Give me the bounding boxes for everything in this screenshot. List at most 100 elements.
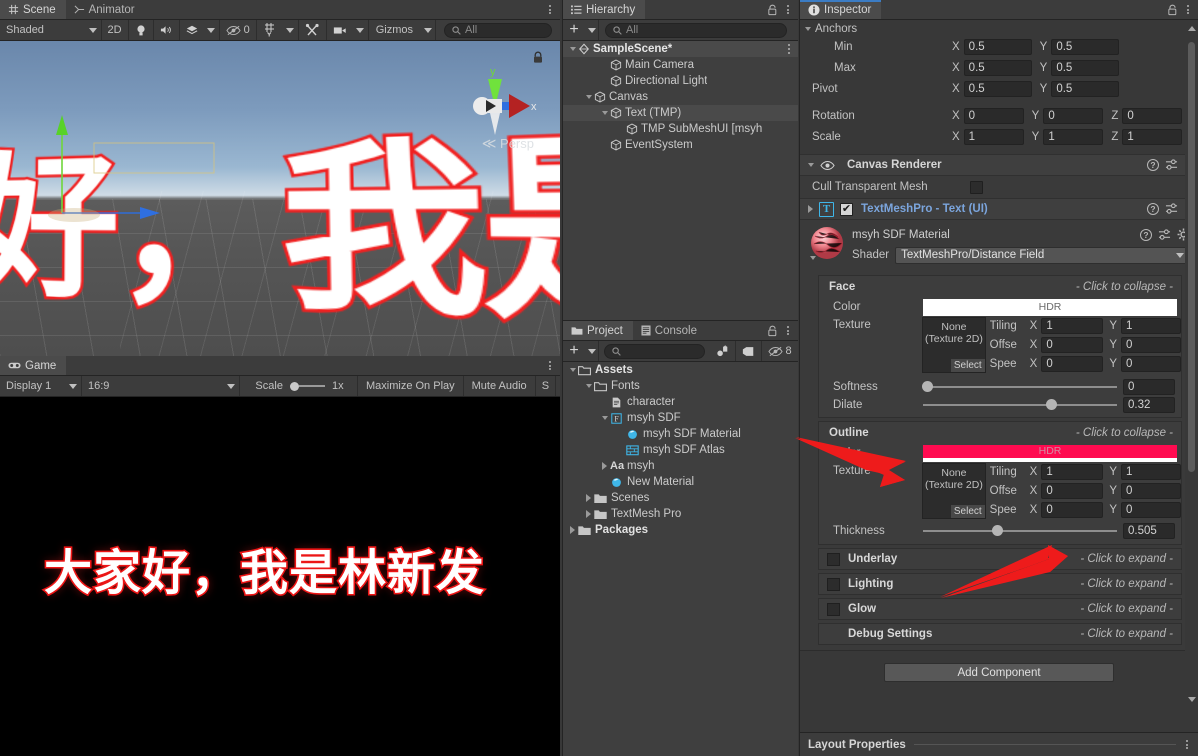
project-item-msyh-sdf[interactable]: Fmsyh SDF — [563, 410, 798, 426]
project-hidden-packages[interactable]: 8 — [762, 341, 798, 361]
outline-thickness-slider[interactable] — [923, 523, 1117, 539]
face-color-swatch[interactable]: HDR — [923, 298, 1177, 316]
section-lighting[interactable]: Lighting - Click to expand - — [818, 573, 1182, 595]
slider-knob[interactable] — [1046, 399, 1058, 410]
outline-texture-select-button[interactable]: Select — [950, 505, 985, 518]
mute-audio-toggle[interactable]: Mute Audio — [463, 376, 536, 396]
hierarchy-item-text-tmp[interactable]: Text (TMP) — [563, 105, 798, 121]
lock-icon[interactable] — [1167, 4, 1178, 16]
section-glow[interactable]: Glow - Click to expand - — [818, 598, 1182, 620]
layout-properties-bar[interactable]: Layout Properties — [800, 732, 1198, 756]
hierarchy-tree[interactable]: SampleScene* Main Camera Directional Light… — [563, 41, 798, 320]
max-x-field[interactable]: 0.5 — [963, 59, 1032, 76]
project-add-button[interactable]: + — [563, 341, 585, 361]
chevron-down-icon[interactable] — [808, 163, 814, 167]
project-tree[interactable]: Assets Fonts character Fmsyh SDF msyh SDF Ma… — [563, 362, 798, 756]
gizmos-button[interactable]: Gizmos — [368, 20, 420, 40]
inspector-menu-icon[interactable] — [1185, 3, 1191, 15]
project-item-textmesh-pro[interactable]: TextMesh Pro — [563, 506, 798, 522]
outline-offset-y[interactable]: 0 — [1121, 482, 1181, 499]
component-header-textmeshpro[interactable]: T ✔ TextMeshPro - Text (UI) ? — [800, 198, 1198, 220]
scale-slider-knob[interactable] — [289, 381, 299, 391]
project-favorites-button[interactable] — [710, 341, 736, 361]
tab-hierarchy[interactable]: Hierarchy — [563, 0, 646, 19]
section-debug-settings[interactable]: Debug Settings - Click to expand - — [818, 623, 1182, 645]
scale-slider-control[interactable] — [289, 381, 325, 391]
hierarchy-item-samplescene[interactable]: SampleScene* — [563, 41, 798, 57]
face-speed-x[interactable]: 0 — [1041, 355, 1104, 372]
game-menu-icon[interactable] — [547, 359, 553, 371]
scroll-up-arrow-icon[interactable] — [1188, 26, 1196, 31]
cull-transparent-mesh-checkbox[interactable] — [970, 180, 983, 194]
expand-toggle[interactable] — [583, 510, 594, 518]
face-texture-select-button[interactable]: Select — [950, 359, 985, 372]
layout-properties-menu-icon[interactable] — [1184, 738, 1190, 750]
section-underlay[interactable]: Underlay - Click to expand - — [818, 548, 1182, 570]
pivot-x-field[interactable]: 0.5 — [963, 80, 1032, 97]
scene-fx-toggle[interactable] — [179, 20, 204, 40]
scroll-down-arrow-icon[interactable] — [1188, 697, 1196, 702]
scene-menu-icon[interactable] — [547, 3, 553, 15]
scale-slider[interactable]: Scale 1x — [240, 376, 358, 396]
pivot-y-field[interactable]: 0.5 — [1051, 80, 1120, 97]
face-dilate-slider[interactable] — [923, 397, 1117, 413]
scale-x-field[interactable]: 1 — [963, 128, 1024, 145]
project-add-dropdown[interactable] — [585, 341, 599, 361]
shader-dropdown[interactable]: TextMeshPro/Distance Field — [895, 246, 1190, 264]
game-viewport[interactable]: 大家好，我是林新发 — [0, 397, 560, 756]
project-item-assets[interactable]: Assets — [563, 362, 798, 378]
display-dropdown[interactable]: Display 1 — [0, 376, 82, 396]
scene-fx-dropdown[interactable] — [203, 20, 220, 40]
outline-section-header[interactable]: Outline - Click to collapse - — [819, 422, 1181, 443]
project-menu-icon[interactable] — [785, 324, 791, 336]
face-speed-y[interactable]: 0 — [1121, 355, 1181, 372]
min-y-field[interactable]: 0.5 — [1051, 38, 1120, 55]
min-x-field[interactable]: 0.5 — [963, 38, 1032, 55]
project-item-packages[interactable]: Packages — [563, 522, 798, 538]
outline-texture-field[interactable]: None (Texture 2D) Select — [922, 463, 986, 519]
maximize-on-play-toggle[interactable]: Maximize On Play — [358, 376, 464, 396]
hierarchy-item-canvas[interactable]: Canvas — [563, 89, 798, 105]
project-search-input[interactable] — [604, 343, 705, 359]
expand-toggle[interactable] — [599, 111, 610, 115]
tab-console[interactable]: Console — [632, 321, 707, 340]
expand-toggle[interactable] — [583, 95, 594, 99]
stats-toggle[interactable]: S — [535, 376, 557, 396]
face-tiling-x[interactable]: 1 — [1041, 317, 1104, 334]
outline-tiling-x[interactable]: 1 — [1041, 463, 1104, 480]
hierarchy-item-directional-light[interactable]: Directional Light — [563, 73, 798, 89]
tab-project[interactable]: Project — [563, 321, 633, 340]
project-item-fonts[interactable]: Fonts — [563, 378, 798, 394]
outline-speed-x[interactable]: 0 — [1041, 501, 1104, 518]
scene-visibility-toggle[interactable]: 0 — [219, 20, 257, 40]
draw-mode-dropdown[interactable]: Shaded — [0, 20, 102, 40]
project-item-msyh[interactable]: Aa msyh — [563, 458, 798, 474]
scene-camera-button[interactable] — [326, 20, 353, 40]
scene-tools-button[interactable] — [298, 20, 327, 40]
rotation-z-field[interactable]: 0 — [1122, 107, 1183, 124]
project-item-new-material[interactable]: New Material — [563, 474, 798, 490]
scrollbar-thumb[interactable] — [1188, 42, 1195, 472]
hierarchy-item-main-camera[interactable]: Main Camera — [563, 57, 798, 73]
help-icon[interactable]: ? — [1140, 228, 1152, 241]
textmeshpro-enabled-checkbox[interactable]: ✔ — [840, 202, 853, 216]
expand-toggle[interactable] — [583, 494, 594, 502]
scene-grid-dropdown[interactable] — [282, 20, 299, 40]
help-icon[interactable]: ? — [1147, 159, 1159, 171]
max-y-field[interactable]: 0.5 — [1051, 59, 1120, 76]
inspector-scrollbar[interactable] — [1185, 20, 1198, 708]
toggle-2d-button[interactable]: 2D — [101, 20, 129, 40]
tab-scene[interactable]: Scene — [0, 0, 66, 19]
project-item-scenes[interactable]: Scenes — [563, 490, 798, 506]
project-item-msyh-sdf-material[interactable]: msyh SDF Material — [563, 426, 798, 442]
outline-tiling-y[interactable]: 1 — [1121, 463, 1181, 480]
expand-toggle[interactable] — [599, 462, 610, 470]
hierarchy-menu-icon[interactable] — [785, 3, 791, 15]
outline-speed-y[interactable]: 0 — [1121, 501, 1181, 518]
scene-grid-toggle[interactable] — [256, 20, 283, 40]
hierarchy-search-input[interactable]: All — [605, 22, 787, 38]
outline-thickness-value[interactable]: 0.505 — [1123, 523, 1175, 539]
hierarchy-item-tmp-submeshui-msyh[interactable]: TMP SubMeshUI [msyh — [563, 121, 798, 137]
outline-color-swatch[interactable]: HDR — [923, 444, 1177, 462]
face-tiling-y[interactable]: 1 — [1121, 317, 1181, 334]
